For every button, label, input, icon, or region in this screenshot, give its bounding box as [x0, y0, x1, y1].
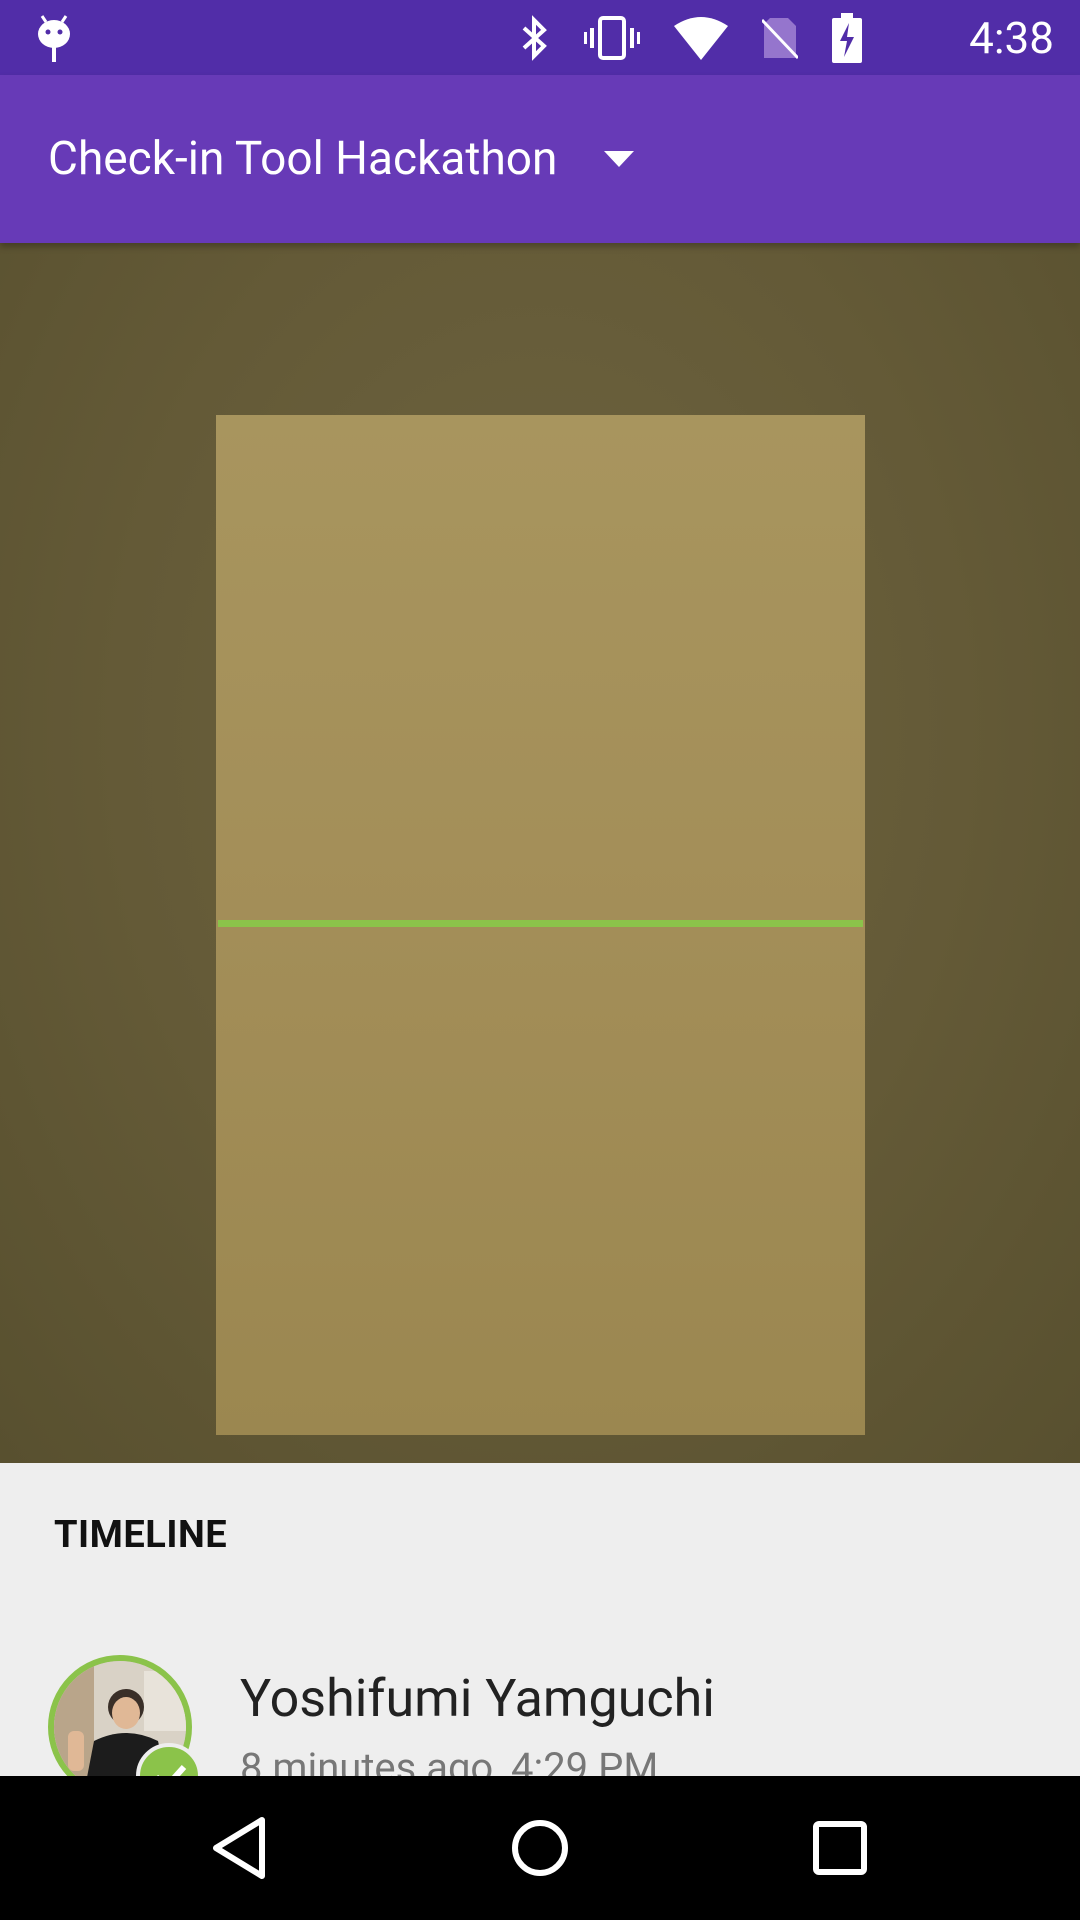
- status-bar: 4:38: [0, 0, 1080, 75]
- vibrate-icon: [584, 16, 640, 60]
- status-time: 4:38: [969, 12, 1054, 64]
- recents-icon[interactable]: [804, 1812, 876, 1884]
- wifi-icon: [674, 17, 728, 60]
- no-sim-icon: [762, 18, 798, 60]
- scanner-viewfinder: [216, 415, 865, 1435]
- bluetooth-icon: [522, 15, 547, 61]
- navigation-bar: [0, 1776, 1080, 1920]
- event-selector-title[interactable]: Check-in Tool Hackathon: [48, 129, 557, 189]
- timeline-heading: TIMELINE: [54, 1513, 228, 1557]
- android-debug-icon: [38, 15, 70, 62]
- timeline-entry-time: 8 minutes ago, 4:29 PM: [240, 1744, 659, 1776]
- timeline-panel[interactable]: TIMELINE Yoshifumi Yamguchi 8 minutes ag…: [0, 1463, 1080, 1776]
- app-bar: Check-in Tool Hackathon: [0, 75, 1080, 243]
- timeline-entry-name: Yoshifumi Yamguchi: [240, 1668, 715, 1729]
- battery-charging-icon: [832, 13, 862, 63]
- back-icon[interactable]: [204, 1812, 276, 1884]
- status-icons: [520, 13, 862, 63]
- home-icon[interactable]: [504, 1812, 576, 1884]
- scan-line: [218, 920, 863, 927]
- camera-preview: [0, 243, 1080, 1463]
- dropdown-caret-icon[interactable]: [604, 151, 634, 169]
